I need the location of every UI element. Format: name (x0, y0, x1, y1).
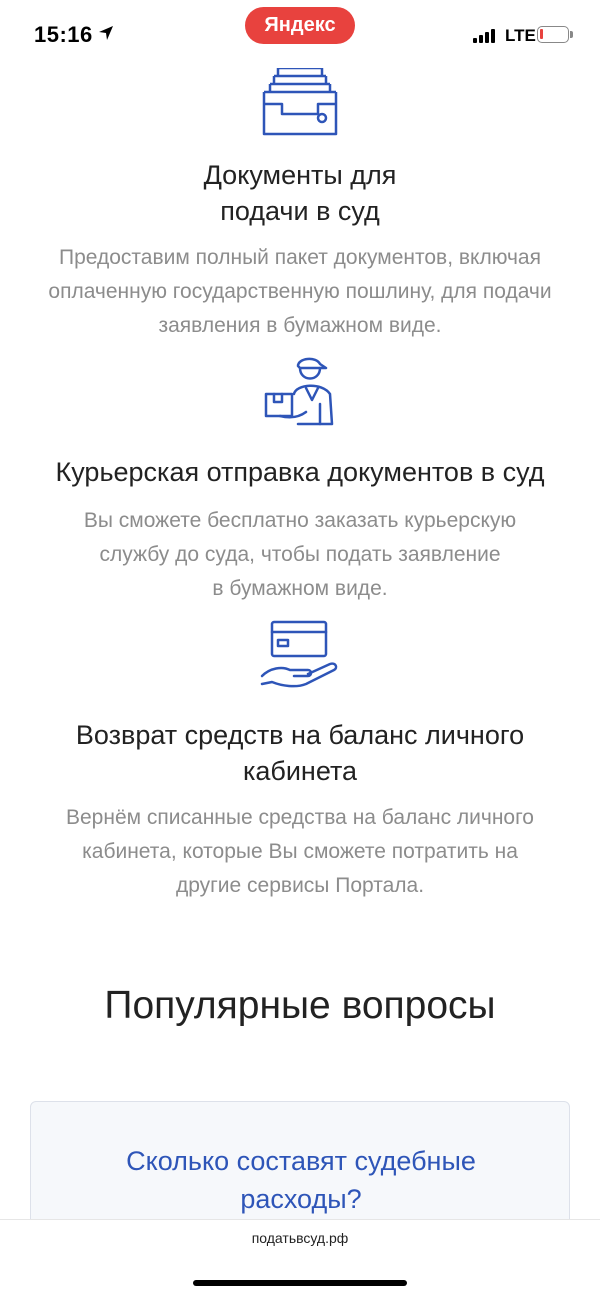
battery-icon (537, 26, 569, 43)
feature-text: оплаченную государственную пошлину, для … (48, 280, 552, 303)
feature-title: Возврат средств на баланс личного (75, 720, 525, 750)
network-label: LTE (505, 26, 536, 45)
feature-title: Документы для (203, 160, 397, 190)
feature-refund: Возврат средств на баланс личного кабине… (0, 717, 600, 903)
document-tray-icon (0, 62, 600, 143)
location-arrow-icon (99, 26, 113, 40)
feature-text: Вернём списанные средства на баланс личн… (66, 806, 534, 829)
status-bar: 15:16 Яндекс LTE (0, 0, 600, 68)
card-in-hand-icon (0, 618, 600, 695)
courier-icon (0, 352, 600, 439)
faq-question-line: расходы? (240, 1184, 362, 1214)
feature-text: в бумажном виде. (212, 577, 388, 600)
feature-title: подачи в суд (220, 196, 380, 226)
feature-text: заявления в бумажном виде. (158, 314, 442, 337)
home-indicator[interactable] (193, 1280, 407, 1286)
feature-title: Курьерская отправка документов в суд (55, 457, 545, 487)
feature-text: кабинета, которые Вы сможете потратить н… (82, 840, 518, 863)
faq-question-line: Сколько составят судебные (126, 1146, 476, 1176)
signal-icon (473, 29, 495, 43)
feature-text: другие сервисы Портала. (175, 874, 425, 897)
browser-url-bar[interactable]: податьвсуд.рф (0, 1219, 600, 1298)
feature-text: Предоставим полный пакет документов, вкл… (59, 246, 541, 269)
feature-courier: Курьерская отправка документов в суд Вы … (0, 454, 600, 606)
faq-question[interactable]: Сколько составят судебные расходы? (31, 1142, 571, 1218)
feature-text: Вы сможете бесплатно заказать курьерскую (83, 509, 517, 532)
feature-text: службу до суда, чтобы подать заявление (99, 543, 501, 566)
yandex-pill[interactable]: Яндекс (245, 7, 355, 44)
status-time: 15:16 (34, 22, 93, 47)
battery-nub (570, 31, 573, 38)
feature-title: кабинета (242, 756, 358, 786)
feature-documents: Документы для подачи в суд Предоставим п… (0, 157, 600, 343)
url-text[interactable]: податьвсуд.рф (0, 1230, 600, 1246)
faq-heading: Популярные вопросы (104, 984, 496, 1027)
